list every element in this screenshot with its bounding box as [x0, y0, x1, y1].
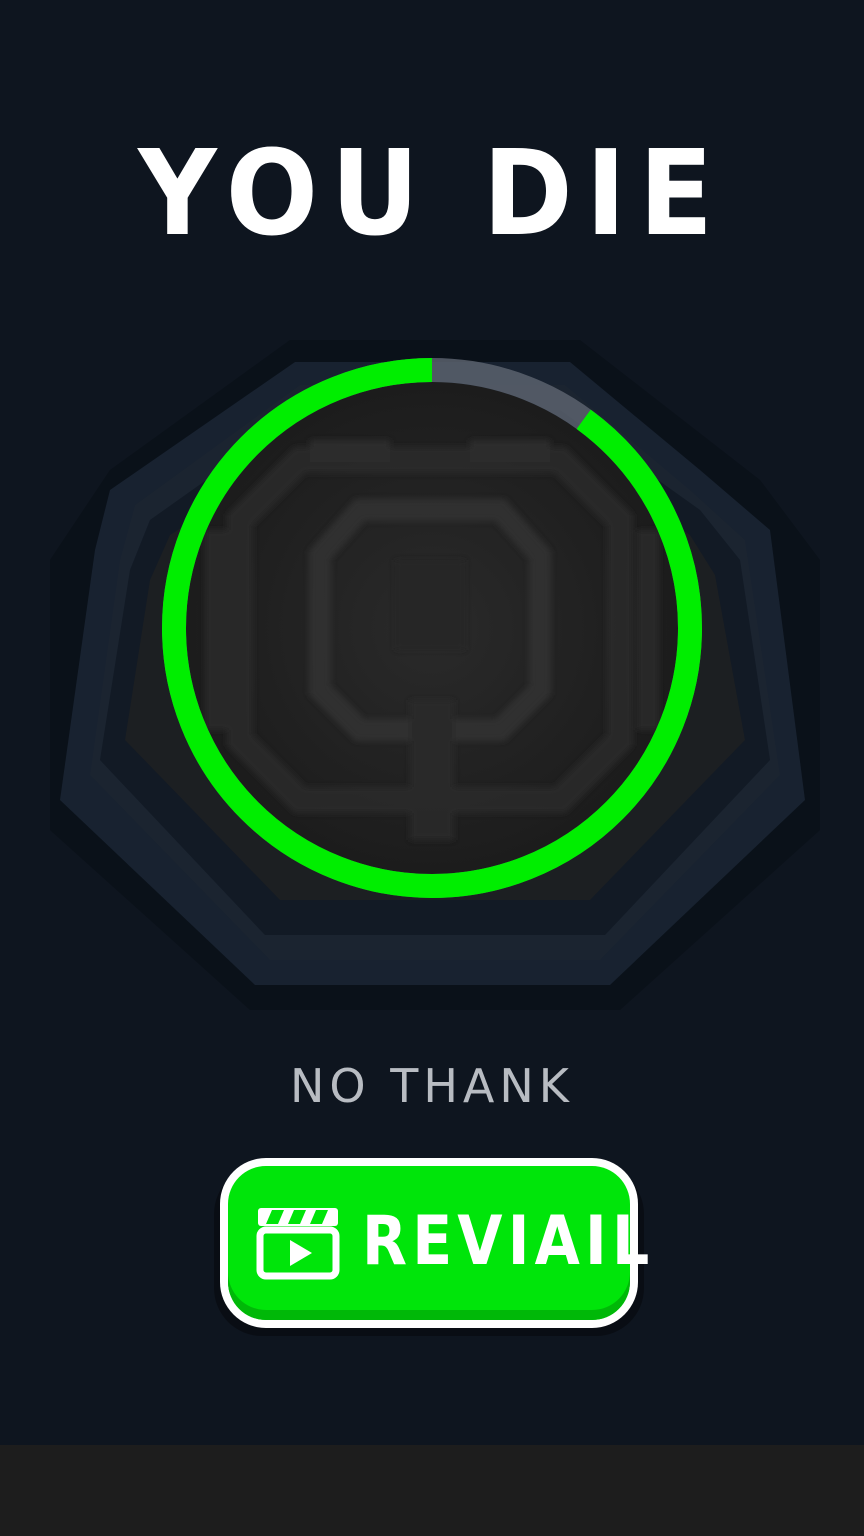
game-over-screen: YOU DIE NO THANK REVIAIL — [0, 0, 864, 1536]
revive-button-label: REVIAIL — [362, 1202, 655, 1281]
bottom-bar — [0, 1445, 864, 1536]
game-over-title: YOU DIE — [138, 124, 726, 262]
no-thanks-button[interactable]: NO THANK — [0, 1056, 864, 1116]
video-clapper-icon — [256, 1208, 340, 1280]
countdown-ring — [162, 358, 702, 898]
revive-button-face: REVIAIL — [228, 1166, 649, 1320]
countdown-progress — [162, 358, 702, 898]
revive-button[interactable]: REVIAIL — [220, 1158, 649, 1328]
